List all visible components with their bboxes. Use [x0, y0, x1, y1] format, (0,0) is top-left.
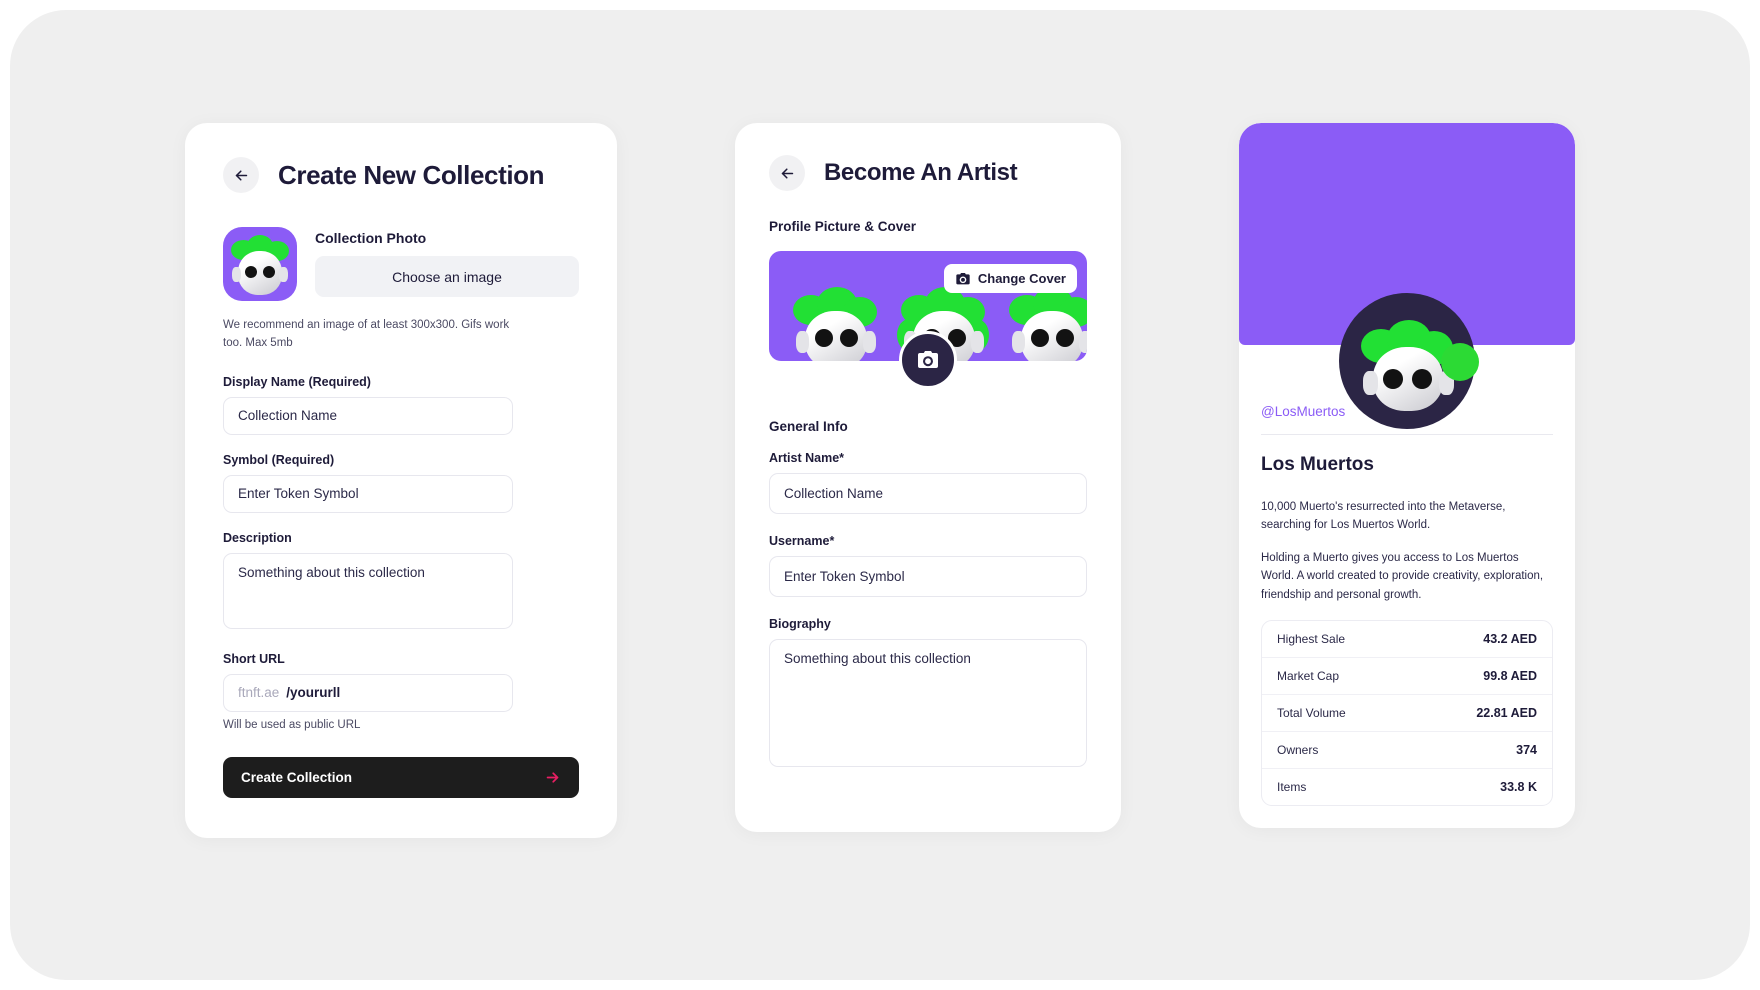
short-url-field: Short URL ftnft.ae Will be used as publi…	[223, 652, 579, 731]
profile-bio-paragraph-2: Holding a Muerto gives you access to Los…	[1261, 551, 1544, 601]
artist-page-title: Become An Artist	[824, 159, 1018, 186]
profile-preview-card: @LosMuertos Los Muertos 10,000 Muerto's …	[1239, 123, 1575, 828]
artist-name-field: Artist Name*	[769, 451, 1087, 514]
short-url-prefix: ftnft.ae	[238, 685, 280, 701]
stat-value: 99.8 AED	[1483, 668, 1537, 683]
background-panel: Create New Collection Collection Photo C…	[10, 10, 1750, 980]
app-root: Create New Collection Collection Photo C…	[0, 0, 1760, 990]
camera-icon	[918, 351, 938, 368]
cards-container: Create New Collection Collection Photo C…	[10, 10, 1750, 980]
back-button[interactable]	[223, 157, 259, 193]
page-title: Create New Collection	[278, 159, 545, 190]
collection-photo-thumbnail[interactable]	[223, 227, 297, 301]
profile-bio-paragraph-1: 10,000 Muerto's resurrected into the Met…	[1261, 501, 1506, 532]
back-button-artist[interactable]	[769, 155, 805, 191]
display-name-field: Display Name (Required)	[223, 375, 579, 435]
muerto-character-art	[787, 281, 883, 361]
collection-photo-label: Collection Photo	[315, 230, 427, 246]
stat-label: Highest Sale	[1277, 631, 1346, 646]
avatar-holder	[1339, 251, 1479, 429]
change-cover-label: Change Cover	[977, 271, 1066, 286]
become-artist-card: Become An Artist Profile Picture & Cover	[735, 123, 1121, 832]
biography-textarea[interactable]	[769, 639, 1087, 767]
stat-value: 22.81 AED	[1476, 705, 1537, 720]
description-label: Description	[223, 530, 292, 545]
short-url-input-group[interactable]: ftnft.ae	[223, 673, 513, 712]
symbol-field: Symbol (Required)	[223, 453, 579, 513]
cover-section-label: Profile Picture & Cover	[769, 219, 917, 234]
arrow-right-icon	[546, 772, 559, 783]
stat-label: Total Volume	[1277, 705, 1346, 720]
arrow-left-icon	[781, 167, 793, 179]
biography-field: Biography	[769, 617, 1087, 772]
arrow-left-icon	[235, 169, 247, 181]
create-collection-header: Create New Collection	[223, 157, 579, 193]
create-collection-card: Create New Collection Collection Photo C…	[185, 123, 617, 838]
profile-name: Los Muertos	[1261, 454, 1374, 475]
stat-label: Market Cap	[1277, 668, 1340, 683]
biography-label: Biography	[769, 617, 831, 631]
description-field: Description	[223, 531, 579, 634]
stat-value: 374	[1516, 742, 1537, 757]
collection-photo-row: Collection Photo Choose an image	[223, 227, 579, 301]
symbol-input[interactable]	[223, 474, 513, 513]
muerto-character-art	[223, 227, 297, 301]
upload-avatar-button[interactable]	[899, 331, 957, 389]
description-textarea[interactable]	[223, 552, 513, 629]
divider	[1261, 434, 1553, 435]
username-label: Username*	[769, 534, 835, 548]
table-row: Highest Sale 43.2 AED	[1262, 621, 1552, 658]
table-row: Items 33.8 K	[1262, 769, 1552, 805]
cover-upload-area: Change Cover	[769, 251, 1087, 389]
username-field: Username*	[769, 534, 1087, 597]
collection-photo-controls: Collection Photo Choose an image	[315, 227, 579, 297]
profile-stats-table: Highest Sale 43.2 AED Market Cap 99.8 AE…	[1261, 619, 1553, 806]
stat-label: Items	[1277, 779, 1307, 794]
change-cover-button[interactable]: Change Cover	[943, 264, 1077, 293]
camera-icon	[956, 272, 970, 284]
artist-name-label: Artist Name*	[769, 451, 845, 465]
short-url-label: Short URL	[223, 651, 285, 666]
become-artist-header: Become An Artist	[769, 155, 1087, 191]
create-collection-button[interactable]: Create Collection	[223, 756, 579, 798]
muerto-character-art	[1003, 281, 1087, 361]
table-row: Owners 374	[1262, 732, 1552, 769]
stat-label: Owners	[1277, 742, 1319, 757]
artist-name-input[interactable]	[769, 473, 1087, 514]
short-url-input[interactable]	[286, 685, 498, 701]
symbol-label: Symbol (Required)	[223, 452, 335, 467]
stat-value: 33.8 K	[1500, 779, 1537, 794]
status-badge	[1441, 343, 1479, 381]
username-input[interactable]	[769, 556, 1087, 597]
stat-value: 43.2 AED	[1483, 631, 1537, 646]
table-row: Total Volume 22.81 AED	[1262, 695, 1552, 732]
photo-hint-text: We recommend an image of at least 300x30…	[223, 319, 510, 349]
profile-handle[interactable]: @LosMuertos	[1261, 404, 1345, 419]
create-collection-button-label: Create Collection	[241, 769, 353, 785]
display-name-label: Display Name (Required)	[223, 374, 371, 389]
table-row: Market Cap 99.8 AED	[1262, 658, 1552, 695]
choose-image-button[interactable]: Choose an image	[315, 256, 579, 297]
general-info-label: General Info	[769, 419, 848, 434]
display-name-input[interactable]	[223, 396, 513, 435]
profile-banner	[1239, 123, 1575, 429]
short-url-helper: Will be used as public URL	[223, 718, 361, 731]
